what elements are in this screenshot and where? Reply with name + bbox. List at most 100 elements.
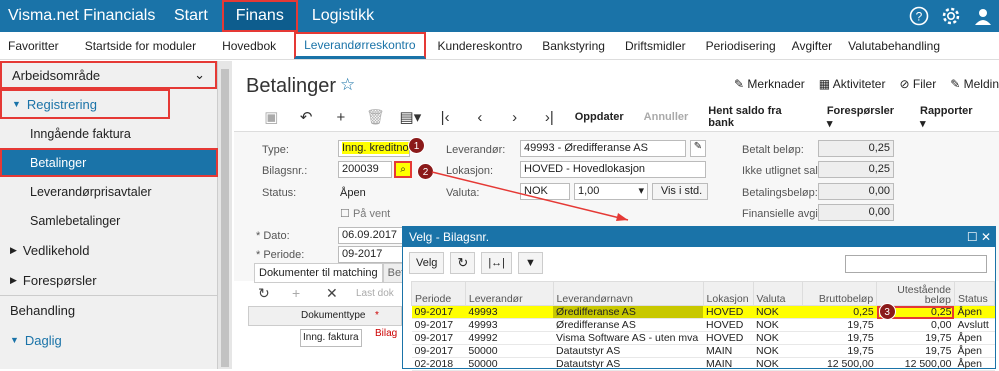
- module-periodisering[interactable]: Periodisering: [698, 33, 784, 59]
- col-leverandornavn[interactable]: Leverandørnavn: [552, 281, 704, 306]
- sidebar-group-daglig[interactable]: ▼ Daglig: [0, 325, 217, 355]
- remove-row-icon[interactable]: ✕: [326, 285, 356, 303]
- refresh-icon[interactable]: ↻: [450, 252, 476, 274]
- col-lokasjon[interactable]: Lokasjon: [702, 281, 754, 306]
- oppdater-button[interactable]: Oppdater: [575, 111, 624, 123]
- activities-button[interactable]: ▦ Aktiviteter: [819, 77, 886, 91]
- col-dokumenttype[interactable]: Dokumenttype: [301, 307, 365, 325]
- table-row[interactable]: 09-2017 49993 Øredifferanse AS HOVED NOK…: [411, 318, 995, 332]
- annotation-badge-3: 3: [878, 303, 896, 320]
- bilag-input[interactable]: 200039: [338, 161, 392, 178]
- module-driftsmidler[interactable]: Driftsmidler: [617, 33, 694, 59]
- close-icon[interactable]: ✕: [981, 230, 991, 244]
- col-periode[interactable]: Periode: [411, 281, 466, 306]
- cell: Avslutt: [954, 318, 995, 332]
- sidebar-group-foresporsler[interactable]: ▶ Forespørsler: [0, 265, 217, 295]
- nav-start[interactable]: Start: [160, 0, 222, 32]
- module-avgifter[interactable]: Avgifter: [784, 33, 840, 59]
- dato-input[interactable]: 06.09.2017: [338, 227, 412, 244]
- valuta-input[interactable]: NOK: [520, 183, 570, 200]
- edit-pencil-icon[interactable]: ✎: [690, 140, 706, 157]
- sidebar: Arbeidsområde ⌄ ▼ Registrering Inngående …: [0, 61, 218, 369]
- module-startside[interactable]: Startside for moduler: [77, 33, 204, 59]
- star-icon[interactable]: ☆: [340, 75, 355, 95]
- prev-record-icon[interactable]: ‹: [463, 109, 498, 126]
- nav-logistikk[interactable]: Logistikk: [298, 0, 388, 32]
- col-utestaende[interactable]: Utestående beløp: [876, 281, 955, 306]
- table-row-selected[interactable]: 09-2017 49993 Øredifferanse AS HOVED NOK…: [411, 303, 995, 320]
- paavent-label: På vent: [352, 208, 391, 220]
- leverandor-label: Leverandør:: [446, 144, 506, 156]
- clipboard-icon[interactable]: ▤▾: [393, 108, 428, 126]
- last-record-icon[interactable]: ›|: [532, 109, 567, 126]
- filter-icon[interactable]: ▼: [518, 252, 543, 274]
- sidebar-item-inngaende-faktura[interactable]: Inngående faktura: [0, 119, 217, 148]
- cell: HOVED: [703, 331, 753, 345]
- annuller-button[interactable]: Annuller: [644, 111, 689, 123]
- table-row[interactable]: 09-2017 50000 Datautstyr AS MAIN NOK 19,…: [411, 344, 995, 358]
- dialog-search-input[interactable]: [845, 255, 987, 273]
- sidebar-workspace-header[interactable]: Arbeidsområde ⌄: [0, 61, 217, 89]
- paavent-checkbox[interactable]: ☐ På vent: [340, 207, 390, 220]
- sidebar-item-betalinger[interactable]: Betalinger: [0, 148, 218, 177]
- foresporsler-menu[interactable]: Forespørsler ▾: [827, 105, 900, 130]
- notes-button[interactable]: ✎ Merknader: [734, 77, 805, 91]
- module-kundereskontro[interactable]: Kundereskontro: [430, 33, 531, 59]
- cell: MAIN: [703, 344, 753, 358]
- user-icon[interactable]: [967, 0, 999, 32]
- files-button[interactable]: ⊘ Filer: [899, 77, 936, 91]
- sidebar-group-registrering[interactable]: ▼ Registrering: [0, 89, 170, 119]
- first-record-icon[interactable]: |‹: [428, 109, 463, 126]
- col-valuta[interactable]: Valuta: [752, 281, 804, 306]
- cell: 0,25: [802, 305, 877, 319]
- hent-saldo-button[interactable]: Hent saldo fra bank: [708, 105, 807, 129]
- tab-dokumenter-til-matching[interactable]: Dokumenter til matching: [254, 263, 383, 283]
- module-valutabehandling[interactable]: Valutabehandling: [840, 33, 948, 59]
- lokasjon-input[interactable]: HOVED - Hovedlokasjon: [520, 161, 706, 178]
- help-icon[interactable]: ?: [903, 0, 935, 32]
- fit-columns-icon[interactable]: |↔|: [481, 252, 513, 274]
- messages-button[interactable]: ✎ Meldin: [950, 77, 999, 91]
- col-bruttobelop[interactable]: Bruttobeløp: [802, 281, 878, 306]
- rapporter-menu[interactable]: Rapporter ▾: [920, 105, 979, 130]
- refresh-icon[interactable]: ↻: [258, 285, 292, 303]
- maximize-icon[interactable]: ☐: [967, 230, 978, 244]
- save-icon[interactable]: ▣: [254, 108, 289, 126]
- module-hovedbok[interactable]: Hovedbok: [214, 33, 284, 59]
- row-doctype-value[interactable]: Inng. faktura: [300, 329, 362, 347]
- nav-finans[interactable]: Finans: [221, 0, 298, 32]
- cell: 19,75: [876, 331, 955, 345]
- betalt-label: Betalt beløp:: [742, 144, 804, 156]
- gear-icon[interactable]: [935, 0, 967, 32]
- vis-i-std-button[interactable]: Vis i std.: [652, 183, 708, 200]
- periode-input[interactable]: 09-2017: [338, 246, 412, 263]
- col-leverandor[interactable]: Leverandør: [464, 281, 554, 306]
- sidebar-group-vedlikehold[interactable]: ▶ Vedlikehold: [0, 235, 217, 265]
- next-record-icon[interactable]: ›: [497, 109, 532, 126]
- search-lookup-button[interactable]: ⌕: [394, 161, 412, 178]
- sidebar-section-behandling[interactable]: Behandling: [0, 295, 217, 325]
- detail-tabs: Dokumenter til matching Betalin: [254, 263, 427, 283]
- velg-button[interactable]: Velg: [409, 252, 445, 274]
- module-leverandorreskontro[interactable]: Leverandørreskontro: [294, 32, 426, 59]
- add-icon[interactable]: +: [324, 109, 359, 126]
- sidebar-item-leverandorprisavtaler[interactable]: Leverandørprisavtaler: [0, 177, 217, 206]
- delete-icon[interactable]: 🗑: [358, 108, 393, 126]
- type-select[interactable]: Inng. kreditnota: [338, 140, 410, 157]
- module-bankstyring[interactable]: Bankstyring: [534, 33, 613, 59]
- last-dokumenter-button[interactable]: Last dok: [356, 285, 394, 303]
- subgrid-row[interactable]: Inng. faktura: [248, 329, 402, 347]
- add-row-icon[interactable]: +: [292, 285, 326, 303]
- kurs-select[interactable]: 1,00 ▾: [574, 183, 648, 200]
- leverandor-input[interactable]: 49993 - Øredifferanse AS: [520, 140, 686, 157]
- table-row[interactable]: 09-2017 49992 Visma Software AS - uten m…: [411, 331, 995, 345]
- sidebar-scrollbar[interactable]: [218, 61, 232, 369]
- cell: Øredifferanse AS: [553, 318, 704, 332]
- module-favoritter[interactable]: Favoritter: [0, 33, 67, 59]
- undo-icon[interactable]: ↶: [289, 108, 324, 126]
- scrollbar-thumb[interactable]: [221, 69, 229, 367]
- col-status[interactable]: Status: [953, 281, 996, 306]
- cell: 49993: [465, 318, 554, 332]
- sidebar-item-samlebetalinger[interactable]: Samlebetalinger: [0, 206, 217, 235]
- caret-right-icon: ▶: [10, 274, 17, 285]
